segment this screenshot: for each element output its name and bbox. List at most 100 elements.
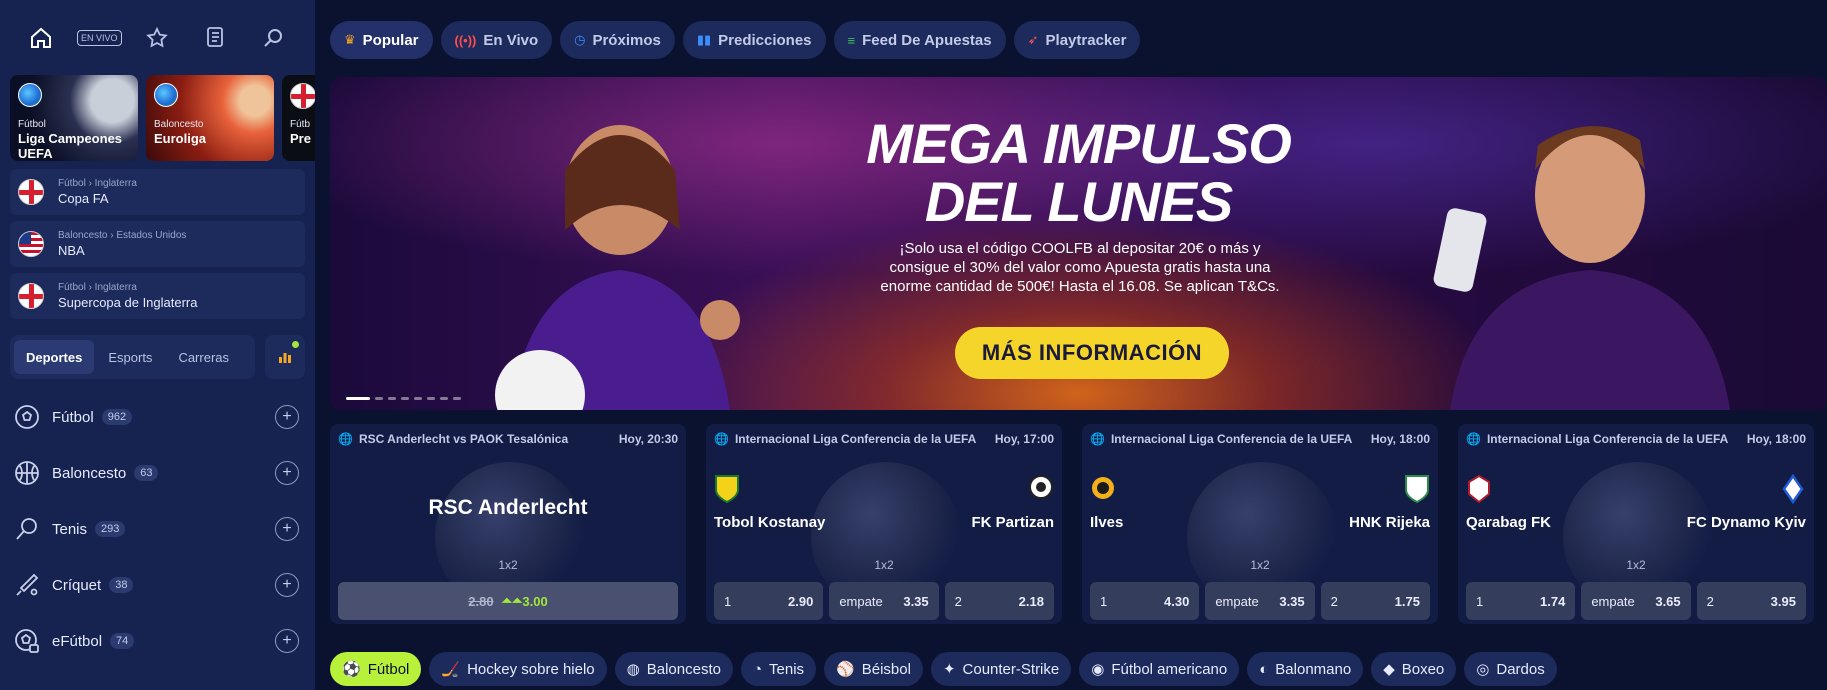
usa-flag-icon <box>18 231 44 257</box>
match-time: Hoy, 18:00 <box>1370 432 1430 446</box>
search-icon[interactable] <box>254 18 294 58</box>
sport-item-criquet[interactable]: Críquet 38 + <box>0 557 315 613</box>
stats-button[interactable] <box>265 335 305 379</box>
pill-label: Dardos <box>1496 660 1545 678</box>
featured-sport: Baloncesto <box>154 119 204 130</box>
pill-label: Béisbol <box>861 660 911 678</box>
market-type: 1x2 <box>1626 558 1646 572</box>
featured-title: Euroliga <box>154 131 207 146</box>
match-card[interactable]: 🌐 Internacional Liga Conferencia de la U… <box>1082 424 1438 624</box>
live-icon[interactable]: EN VIVO <box>77 18 122 58</box>
darts-icon: ◎ <box>1476 661 1490 678</box>
odd-home-button[interactable]: 1 1.74 <box>1466 582 1576 620</box>
match-card[interactable]: 🌐 RSC Anderlecht vs PAOK Tesalónica Hoy,… <box>330 424 686 624</box>
expand-plus-icon[interactable]: + <box>275 405 299 429</box>
pill-label: Balonmano <box>1275 660 1352 678</box>
sport-pill-balonmano[interactable]: ◐ Balonmano <box>1247 652 1364 686</box>
expand-plus-icon[interactable]: + <box>275 517 299 541</box>
carousel-dot-active[interactable] <box>346 397 370 400</box>
sport-category-switcher: Deportes Esports Carreras <box>10 335 305 379</box>
segment-deportes[interactable]: Deportes <box>14 340 95 374</box>
tab-playtracker[interactable]: ➶ Playtracker <box>1013 21 1141 59</box>
sport-item-futbol[interactable]: Fútbol 962 + <box>0 389 315 445</box>
tab-proximos[interactable]: ◷ Próximos <box>560 21 675 59</box>
featured-card-uefa[interactable]: Fútbol Liga Campeones UEFA <box>10 75 138 161</box>
carousel-dot[interactable] <box>440 397 448 400</box>
match-teams: Tobol Kostanay FK Partizan <box>714 474 1054 531</box>
tab-popular[interactable]: ♛ Popular <box>330 21 433 59</box>
tab-predicciones[interactable]: ▮▮ Predicciones <box>682 21 826 59</box>
sport-item-efutbol[interactable]: eFútbol 74 + <box>0 613 315 669</box>
expand-plus-icon[interactable]: + <box>275 629 299 653</box>
expand-plus-icon[interactable]: + <box>275 573 299 597</box>
odd-draw-button[interactable]: empate 3.35 <box>829 582 939 620</box>
away-team: FC Dynamo Kyiv <box>1687 474 1806 531</box>
featured-card-premier[interactable]: Fútb Pre <box>282 75 315 161</box>
featured-card-euroliga[interactable]: Baloncesto Euroliga <box>146 75 274 161</box>
home-icon[interactable] <box>21 18 61 58</box>
tab-en-vivo[interactable]: ((•)) En Vivo <box>440 21 553 59</box>
sport-pill-tenis[interactable]: ◔ Tenis <box>740 652 817 686</box>
match-time: Hoy, 17:00 <box>994 432 1054 446</box>
odd-label: empate <box>1591 593 1635 609</box>
odd-value: 1.74 <box>1540 593 1566 609</box>
league-item-nba[interactable]: Baloncesto › Estados Unidos NBA <box>10 221 305 267</box>
odd-value: 1.75 <box>1394 593 1420 609</box>
sport-pill-hockey[interactable]: 🏒 Hockey sobre hielo <box>429 652 607 686</box>
bar-chart-icon <box>279 353 291 363</box>
promo-line-2: consigue el 30% del valor como Apuesta g… <box>889 259 1271 276</box>
odd-away-button[interactable]: 2 3.95 <box>1696 582 1806 620</box>
segment-esports[interactable]: Esports <box>96 340 164 374</box>
sport-pill-counter-strike[interactable]: ✦ Counter-Strike <box>930 652 1072 686</box>
more-info-button[interactable]: MÁS INFORMACIÓN <box>955 327 1229 379</box>
sport-name: Tenis <box>52 520 88 538</box>
tab-feed[interactable]: ≡ Feed De Apuestas <box>833 21 1006 59</box>
sport-pill-boxeo[interactable]: ◆ Boxeo <box>1371 652 1457 686</box>
tennis-icon <box>16 518 37 540</box>
odd-draw-button[interactable]: empate 3.65 <box>1581 582 1691 620</box>
league-item-supercopa[interactable]: Fútbol › Inglaterra Supercopa de Inglate… <box>10 273 305 319</box>
carousel-dot[interactable] <box>375 397 383 400</box>
sport-name: Críquet <box>52 576 102 594</box>
odd-draw-button[interactable]: empate 3.35 <box>1205 582 1315 620</box>
odd-home-button[interactable]: 1 2.90 <box>714 582 824 620</box>
match-card[interactable]: 🌐 Internacional Liga Conferencia de la U… <box>1458 424 1814 624</box>
away-team-name: HNK Rijeka <box>1349 514 1430 531</box>
tab-label: Próximos <box>592 31 661 49</box>
carousel-dot[interactable] <box>427 397 435 400</box>
carousel-dot[interactable] <box>414 397 422 400</box>
carousel-dot[interactable] <box>388 397 396 400</box>
sport-item-tenis[interactable]: Tenis 293 + <box>0 501 315 557</box>
odd-away-button[interactable]: 2 2.18 <box>944 582 1054 620</box>
bars-icon: ▮▮ <box>696 32 712 47</box>
home-team: Qarabag FK <box>1466 474 1551 531</box>
sidebar-top-icons: EN VIVO <box>0 0 315 75</box>
sport-pill-futbol[interactable]: ⚽ Fútbol <box>330 652 422 686</box>
old-odd: 2.80 <box>468 593 494 609</box>
odd-home-button[interactable]: 1 4.30 <box>1090 582 1200 620</box>
league-item-copa-fa[interactable]: Fútbol › Inglaterra Copa FA <box>10 169 305 215</box>
segment-carreras[interactable]: Carreras <box>166 340 241 374</box>
odds-boost-button[interactable]: 2.80 ⏶⏶ 3.00 <box>338 582 678 620</box>
expand-plus-icon[interactable]: + <box>275 461 299 485</box>
carousel-dot[interactable] <box>453 397 461 400</box>
match-card[interactable]: 🌐 Internacional Liga Conferencia de la U… <box>706 424 1062 624</box>
sport-pill-futbol-americano[interactable]: ◉ Fútbol americano <box>1079 652 1240 686</box>
carousel-dot[interactable] <box>401 397 409 400</box>
pill-label: Baloncesto <box>646 660 721 678</box>
match-header: 🌐 RSC Anderlecht vs PAOK Tesalónica Hoy,… <box>338 432 678 446</box>
soccer-ball-icon <box>15 405 39 429</box>
sport-item-baloncesto[interactable]: Baloncesto 63 + <box>0 445 315 501</box>
away-team-name: FK Partizan <box>971 514 1054 531</box>
odd-value: 2.90 <box>788 593 814 609</box>
star-icon[interactable] <box>137 18 177 58</box>
pill-label: Fútbol americano <box>1111 660 1228 678</box>
sport-pill-baloncesto[interactable]: ◍ Baloncesto <box>614 652 733 686</box>
tab-label: Predicciones <box>718 31 812 49</box>
promo-banner[interactable]: MEGA IMPULSO DEL LUNES ¡Solo usa el códi… <box>330 77 1827 410</box>
sport-pill-dardos[interactable]: ◎ Dardos <box>1464 652 1557 686</box>
sport-pill-beisbol[interactable]: ⚾ Béisbol <box>824 652 923 686</box>
odd-away-button[interactable]: 2 1.75 <box>1320 582 1430 620</box>
away-team: HNK Rijeka <box>1349 474 1430 531</box>
betslip-icon[interactable] <box>196 18 236 58</box>
